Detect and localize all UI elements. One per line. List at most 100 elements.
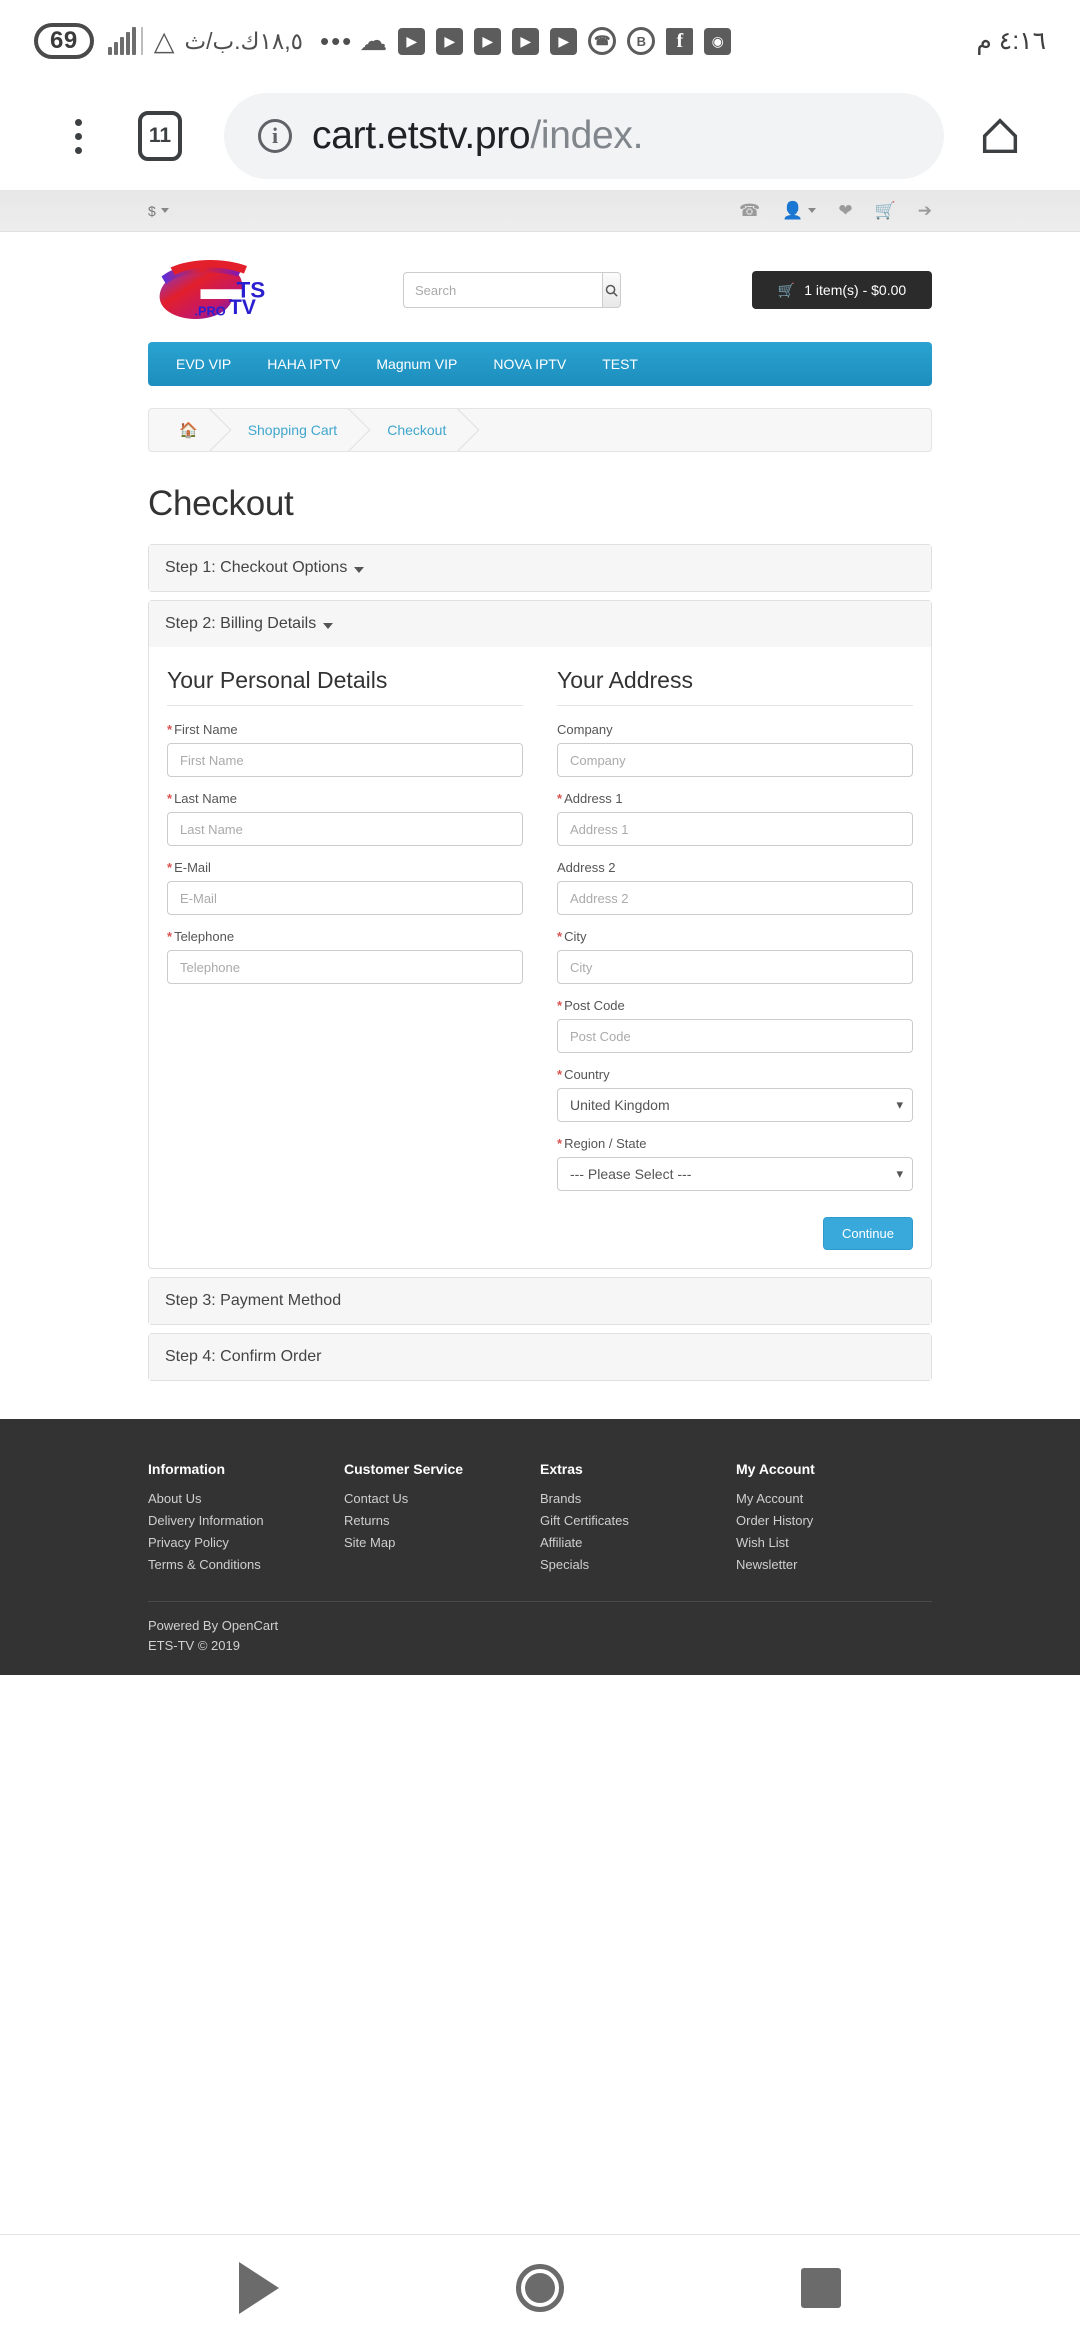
required-marker: * — [557, 929, 563, 944]
cart-icon[interactable]: 🛒 — [875, 201, 896, 221]
first-name-input[interactable] — [167, 743, 523, 777]
site-info-icon[interactable]: i — [258, 119, 292, 153]
footer-link-affiliate[interactable]: Affiliate — [540, 1535, 736, 1550]
footer-link-terms-conditions[interactable]: Terms & Conditions — [148, 1557, 344, 1572]
svg-text:.PRO: .PRO — [195, 304, 226, 319]
label-company: Company — [557, 722, 613, 737]
footer-link-privacy-policy[interactable]: Privacy Policy — [148, 1535, 344, 1550]
status-clock: ٤:١٦ م — [976, 27, 1046, 55]
signal-icon — [107, 27, 143, 55]
field-group-last-name: * Last Name — [167, 791, 523, 846]
footer-divider — [148, 1601, 932, 1602]
checkout-arrow-icon[interactable]: ➔ — [918, 201, 932, 221]
chevron-down-icon — [808, 208, 817, 213]
wifi-icon: △ — [153, 25, 175, 56]
footer-link-brands[interactable]: Brands — [540, 1491, 736, 1506]
last-name-input[interactable] — [167, 812, 523, 846]
main-content: Checkout Step 1: Checkout Options Step 2… — [0, 484, 1080, 1381]
company-input[interactable] — [557, 743, 913, 777]
footer-link-specials[interactable]: Specials — [540, 1557, 736, 1572]
browser-menu-icon[interactable] — [52, 118, 104, 154]
chevron-down-icon — [354, 566, 365, 573]
opencart-link[interactable]: OpenCart — [222, 1618, 278, 1633]
step3-panel: Step 3: Payment Method — [148, 1277, 932, 1325]
footer-link-newsletter[interactable]: Newsletter — [736, 1557, 932, 1572]
footer-link-about-us[interactable]: About Us — [148, 1491, 344, 1506]
footer-column-information: Information About Us Delivery Informatio… — [148, 1461, 344, 1579]
back-triangle-icon[interactable] — [238, 2261, 279, 2314]
user-icon: 👤 — [782, 200, 804, 220]
city-input[interactable] — [557, 950, 913, 984]
label-text: Post Code — [564, 998, 625, 1013]
country-select[interactable]: United Kingdom — [557, 1088, 913, 1122]
recents-square-icon[interactable] — [801, 2267, 842, 2308]
page-background-fill — [0, 1675, 1080, 2234]
address-1-input[interactable] — [557, 812, 913, 846]
required-marker: * — [557, 1136, 563, 1151]
voicemail-icon: ◉ — [704, 27, 732, 55]
footer-heading-my-account: My Account — [736, 1461, 815, 1477]
main-navigation: EVD VIP HAHA IPTV Magnum VIP NOVA IPTV T… — [148, 342, 932, 386]
android-status-bar: 69 △ ١٨,٥ك.ب/ث ••• ☁ ▶ ▶ ▶ ▶ ▶ ☎ B f ◉ ٤… — [0, 0, 1080, 82]
breadcrumb-checkout[interactable]: Checkout — [363, 409, 472, 451]
required-marker: * — [557, 998, 563, 1013]
breadcrumb-home[interactable]: 🏠 — [151, 409, 224, 451]
nav-item-evd-vip[interactable]: EVD VIP — [158, 342, 249, 386]
step2-header[interactable]: Step 2: Billing Details — [149, 601, 931, 647]
footer-link-delivery-information[interactable]: Delivery Information — [148, 1513, 344, 1528]
home-button[interactable] — [972, 113, 1028, 159]
nav-item-haha-iptv[interactable]: HAHA IPTV — [249, 342, 358, 386]
site-logo[interactable]: TS TV .PRO — [148, 254, 403, 326]
user-account-dropdown[interactable]: 👤 — [782, 200, 817, 221]
address-2-input[interactable] — [557, 881, 913, 915]
footer-heading-customer-service: Customer Service — [344, 1461, 464, 1477]
email-input[interactable] — [167, 881, 523, 915]
footer-heading-extras: Extras — [540, 1461, 583, 1477]
step4-header[interactable]: Step 4: Confirm Order — [149, 1334, 931, 1380]
tab-switcher-button[interactable]: 11 — [138, 111, 182, 161]
label-text: Telephone — [174, 929, 235, 944]
telephone-input[interactable] — [167, 950, 523, 984]
footer-link-site-map[interactable]: Site Map — [344, 1535, 540, 1550]
battery-indicator: 69 — [34, 22, 94, 60]
wishlist-heart-icon[interactable]: ❤ — [838, 201, 852, 221]
call-icon: ☎ — [588, 27, 617, 55]
footer-link-returns[interactable]: Returns — [344, 1513, 540, 1528]
home-icon: 🏠 — [179, 422, 198, 439]
footer-link-order-history[interactable]: Order History — [736, 1513, 932, 1528]
field-group-city: * City — [557, 929, 913, 984]
post-code-input[interactable] — [557, 1019, 913, 1053]
search-input[interactable] — [403, 272, 602, 308]
home-circle-icon[interactable] — [515, 2263, 564, 2312]
nav-item-magnum-vip[interactable]: Magnum VIP — [358, 342, 475, 386]
step1-header[interactable]: Step 1: Checkout Options — [149, 545, 931, 591]
network-rate-label: ١٨,٥ك.ب/ث — [184, 27, 303, 54]
nav-item-test[interactable]: TEST — [584, 342, 656, 386]
step3-header[interactable]: Step 3: Payment Method — [149, 1278, 931, 1324]
required-marker: * — [167, 791, 173, 806]
currency-dropdown[interactable]: $ — [148, 203, 169, 219]
phone-icon[interactable]: ☎ — [739, 201, 760, 221]
footer-link-wish-list[interactable]: Wish List — [736, 1535, 932, 1550]
url-bar[interactable]: i cart.etstv.pro/index. — [224, 93, 944, 179]
footer-link-gift-certificates[interactable]: Gift Certificates — [540, 1513, 736, 1528]
label-first-name: * First Name — [167, 722, 523, 737]
label-text: First Name — [174, 722, 238, 737]
cloud-icon: ☁ — [359, 25, 388, 56]
continue-button[interactable]: Continue — [822, 1217, 913, 1250]
breadcrumb: 🏠 Shopping Cart Checkout — [148, 408, 932, 452]
required-marker: * — [557, 791, 563, 806]
required-marker: * — [167, 860, 173, 875]
step1-title: Step 1: Checkout Options — [165, 559, 348, 576]
label-region-state: * Region / State — [557, 1136, 913, 1151]
footer-link-my-account[interactable]: My Account — [736, 1491, 932, 1506]
facebook-icon: f — [666, 27, 694, 55]
region-state-select[interactable]: --- Please Select --- — [557, 1157, 913, 1191]
footer-link-contact-us[interactable]: Contact Us — [344, 1491, 540, 1506]
search-button[interactable] — [602, 272, 621, 308]
personal-details-column: Your Personal Details *First Name *Last … — [167, 667, 523, 1250]
cart-total-button[interactable]: 🛒 1 item(s) - $0.00 — [752, 271, 932, 309]
breadcrumb-shopping-cart[interactable]: Shopping Cart — [224, 409, 364, 451]
field-group-region: * Region / State --- Please Select --- — [557, 1136, 913, 1191]
nav-item-nova-iptv[interactable]: NOVA IPTV — [475, 342, 584, 386]
